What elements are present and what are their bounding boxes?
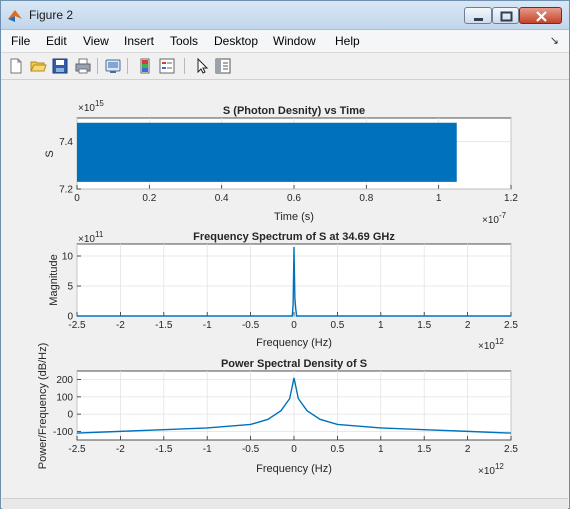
y-tick-label: 0	[67, 312, 73, 323]
edit-plot-arrow-icon[interactable]	[193, 57, 211, 75]
menu-window[interactable]: Window	[273, 34, 316, 48]
plot-top-ylabel: S	[44, 150, 56, 157]
toolbar-separator	[184, 58, 185, 74]
x-tick-label: 0.8	[359, 193, 373, 204]
property-inspector-icon[interactable]	[214, 57, 232, 75]
figure-window: Figure 2 File Edit View Insert Tools Des…	[0, 0, 570, 509]
plot-top-xlabel: Time (s)	[274, 211, 314, 223]
minimize-icon	[474, 18, 483, 21]
menu-view[interactable]: View	[83, 34, 109, 48]
x-tick-label: -1.5	[155, 444, 173, 455]
x-tick-label: 1.5	[417, 444, 431, 455]
x-tick-label: 1.5	[417, 320, 431, 331]
x-tick-label: 2	[465, 320, 471, 331]
open-file-icon[interactable]	[29, 57, 47, 75]
print-icon[interactable]	[74, 57, 92, 75]
matlab-icon	[8, 10, 22, 22]
x-tick-label: 1	[378, 320, 384, 331]
menu-file[interactable]: File	[11, 34, 30, 48]
dock-arrow-icon[interactable]: ↘	[550, 34, 559, 47]
menu-tools[interactable]: Tools	[170, 34, 198, 48]
insert-colorbar-icon[interactable]	[136, 57, 154, 75]
x-tick-label: 1.2	[504, 193, 518, 204]
x-tick-label: -2	[116, 320, 125, 331]
title-bar: Figure 2	[1, 1, 569, 30]
axes-bottom[interactable]: -2.5 -2 -1.5 -1 -0.5 0 0.5 1 1.5 2 2.5-1000100200 …	[37, 343, 518, 477]
plot-middle-ylabel: Magnitude	[48, 254, 60, 305]
plot-top-y-exponent: ×1015	[78, 99, 104, 114]
toolbar-separator	[127, 58, 128, 74]
plot-middle-xlabel: Frequency (Hz)	[256, 337, 332, 349]
minimize-button[interactable]	[464, 7, 492, 24]
menu-bar: File Edit View Insert Tools Desktop Wind…	[1, 30, 569, 53]
x-tick-label: 2.5	[504, 320, 518, 331]
x-tick-label: -2.5	[68, 444, 86, 455]
plot-bottom-xlabel: Frequency (Hz)	[256, 463, 332, 475]
plot-middle-y-exponent: ×1011	[78, 230, 104, 245]
x-tick-label: 0	[74, 193, 80, 204]
figure-toolbar	[1, 53, 569, 80]
insert-legend-icon[interactable]	[158, 57, 176, 75]
y-tick-label: 200	[56, 375, 73, 386]
window-title: Figure 2	[29, 8, 74, 22]
status-strip	[2, 498, 568, 509]
x-tick-label: -1	[203, 444, 212, 455]
toolbar-separator	[97, 58, 98, 74]
x-tick-label: 0.2	[142, 193, 156, 204]
x-tick-label: 2	[465, 444, 471, 455]
plot-middle-x-exponent: ×1012	[478, 337, 504, 352]
x-tick-label: 0.4	[215, 193, 229, 204]
x-tick-label: 0	[291, 444, 297, 455]
plot-bottom-title: Power Spectral Density of S	[221, 358, 367, 370]
new-figure-icon[interactable]	[7, 57, 25, 75]
x-tick-label: -1	[203, 320, 212, 331]
x-tick-label: 0.5	[330, 444, 344, 455]
x-tick-label: -2	[116, 444, 125, 455]
menu-desktop[interactable]: Desktop	[214, 34, 258, 48]
y-tick-label: 5	[67, 282, 73, 293]
y-tick-label: 10	[62, 252, 74, 263]
x-tick-label: 1	[436, 193, 442, 204]
plot-top-title: S (Photon Desnity) vs Time	[223, 105, 365, 117]
link-plot-icon[interactable]	[104, 57, 122, 75]
x-tick-label: 0	[291, 320, 297, 331]
y-tick-label: -100	[53, 427, 73, 438]
figure-canvas: 0 0.2 0.4 0.6 0.8 1 1.2 7.2 7.4 S (Photon Desnit…	[2, 80, 568, 508]
menu-insert[interactable]: Insert	[124, 34, 154, 48]
axes-top[interactable]: 0 0.2 0.4 0.6 0.8 1 1.2 7.2 7.4 S (Photon Desnit…	[44, 99, 518, 226]
plot-middle-title: Frequency Spectrum of S at 34.69 GHz	[193, 231, 395, 243]
y-tick-label: 7.4	[59, 137, 73, 148]
close-button[interactable]	[519, 7, 562, 24]
maximize-icon	[500, 11, 513, 22]
series-area	[77, 122, 457, 182]
menu-help[interactable]: Help	[335, 34, 360, 48]
x-tick-label: -0.5	[242, 444, 260, 455]
plots-svg: 0 0.2 0.4 0.6 0.8 1 1.2 7.2 7.4 S (Photon Desnit…	[37, 99, 518, 477]
x-tick-label: -0.5	[242, 320, 260, 331]
close-icon	[536, 11, 547, 22]
plot-bottom-ylabel: Power/Frequency (dB/Hz)	[37, 343, 49, 470]
x-tick-label: 2.5	[504, 444, 518, 455]
x-tick-label: 0.6	[287, 193, 301, 204]
save-icon[interactable]	[51, 57, 69, 75]
axes-middle[interactable]: -2.5 -2 -1.5 -1 -0.5 0 0.5 1 1.5 2 2.50510 Frequen…	[48, 230, 518, 352]
y-tick-label: 100	[56, 392, 73, 403]
y-tick-label: 7.2	[59, 185, 73, 196]
maximize-button[interactable]	[492, 7, 519, 24]
menu-edit[interactable]: Edit	[46, 34, 67, 48]
x-tick-label: -1.5	[155, 320, 173, 331]
plot-top-marks: 0 0.2 0.4 0.6 0.8 1 1.2 7.2 7.4	[59, 118, 518, 204]
y-tick-label: 0	[67, 410, 73, 421]
x-tick-label: 0.5	[330, 320, 344, 331]
x-tick-label: 1	[378, 444, 384, 455]
plot-bottom-x-exponent: ×1012	[478, 462, 504, 477]
plot-top-x-exponent: ×10-7	[482, 211, 507, 226]
